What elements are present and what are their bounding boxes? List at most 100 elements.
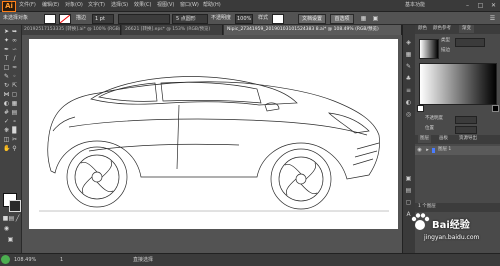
appearance-panel-icon[interactable]: ◎ bbox=[405, 111, 412, 118]
tab-document-2[interactable]: 26621 [转换].eps* @ 153% (RGB/预览) bbox=[122, 25, 223, 35]
tab-artboards[interactable]: 画板 bbox=[439, 135, 448, 143]
eyedropper-tool-icon[interactable]: ✓ bbox=[3, 118, 10, 125]
align-icon[interactable]: ▦ bbox=[360, 15, 367, 22]
layers-footer: 1 个图层 bbox=[415, 203, 500, 212]
curvature-tool-icon[interactable]: ∽ bbox=[11, 46, 18, 53]
menu-select[interactable]: 选择(S) bbox=[111, 1, 128, 10]
opacity-value: 100% bbox=[237, 16, 252, 22]
gradient-stop-end[interactable] bbox=[492, 105, 499, 112]
artboard[interactable] bbox=[29, 39, 398, 229]
mesh-tool-icon[interactable]: # bbox=[3, 109, 10, 116]
type-tool-icon[interactable]: T bbox=[3, 55, 10, 62]
symbol-sprayer-tool-icon[interactable]: ❋ bbox=[3, 127, 10, 134]
gradient-tool-icon[interactable]: ▤ bbox=[11, 109, 18, 116]
car-line-drawing bbox=[39, 76, 389, 212]
menu-view[interactable]: 视图(V) bbox=[157, 1, 174, 10]
free-transform-tool-icon[interactable]: ▢ bbox=[11, 91, 18, 98]
tab-gradient[interactable]: 渐变 bbox=[459, 25, 474, 33]
direct-selection-tool-icon[interactable]: ➥ bbox=[11, 28, 18, 35]
zoom-tool-icon[interactable]: ⚲ bbox=[11, 145, 18, 152]
color-panel-icon[interactable]: ◈ bbox=[405, 39, 412, 46]
graphic-style-swatch[interactable] bbox=[272, 14, 284, 24]
shape-builder-tool-icon[interactable]: ◐ bbox=[3, 100, 10, 107]
close-icon[interactable]: ✕ bbox=[488, 1, 499, 10]
gradient-position-field[interactable] bbox=[455, 126, 477, 134]
align-panel-icon[interactable]: ▤ bbox=[405, 187, 412, 194]
stroke-color-icon[interactable] bbox=[9, 200, 21, 212]
gradient-thumbnail[interactable] bbox=[419, 39, 439, 59]
swatches-panel-icon[interactable]: ▦ bbox=[405, 51, 412, 58]
document-setup-button[interactable]: 文档设置 bbox=[298, 14, 326, 24]
stroke-label: 描边 bbox=[76, 15, 87, 21]
menu-edit[interactable]: 编辑(E) bbox=[42, 1, 59, 10]
menu-help[interactable]: 帮助(H) bbox=[203, 1, 221, 10]
status-bar: 108.49% 1 直接选择 bbox=[0, 253, 500, 266]
symbols-panel-icon[interactable]: ♣ bbox=[405, 75, 412, 82]
lasso-tool-icon[interactable]: ∞ bbox=[11, 37, 18, 44]
current-tool-status: 直接选择 bbox=[133, 257, 154, 263]
menu-object[interactable]: 对象(O) bbox=[65, 1, 83, 10]
hand-tool-icon[interactable]: ✋ bbox=[3, 145, 10, 152]
preferences-button[interactable]: 首选项 bbox=[330, 14, 354, 24]
gradient-stop-start[interactable] bbox=[417, 105, 424, 112]
zoom-level[interactable]: 108.49% bbox=[14, 256, 36, 264]
gradient-opacity-field[interactable] bbox=[455, 116, 477, 124]
draw-mode-icon[interactable]: ◉ bbox=[3, 225, 10, 232]
perspective-grid-tool-icon[interactable]: ▦ bbox=[11, 100, 18, 107]
tab-color[interactable]: 颜色 bbox=[418, 25, 427, 33]
gradient-type-dropdown[interactable] bbox=[455, 38, 485, 47]
blend-tool-icon[interactable]: ∘ bbox=[11, 118, 18, 125]
rectangle-tool-icon[interactable]: □ bbox=[3, 64, 10, 71]
magic-wand-tool-icon[interactable]: ✦ bbox=[3, 37, 10, 44]
tab-asset-export[interactable]: 资源导出 bbox=[459, 135, 477, 143]
eye-icon[interactable]: ◉ bbox=[416, 147, 423, 154]
tab-color-guide[interactable]: 颜色参考 bbox=[433, 25, 451, 33]
gradient-opacity-label: 不透明度 bbox=[425, 116, 443, 121]
stroke-panel-icon[interactable]: ≡ bbox=[405, 87, 412, 94]
expand-arrow-icon[interactable]: ▸ bbox=[424, 147, 431, 154]
brush-dropdown[interactable]: 5 点圆形 bbox=[172, 14, 208, 24]
screen-mode-icon[interactable]: ▣ bbox=[7, 236, 14, 243]
width-tool-icon[interactable]: ⋈ bbox=[3, 91, 10, 98]
pen-tool-icon[interactable]: ✒ bbox=[3, 46, 10, 53]
pathfinder-panel-icon[interactable]: ▣ bbox=[405, 175, 412, 182]
menu-type[interactable]: 文字(T) bbox=[88, 1, 105, 10]
sougou-ime-icon bbox=[1, 255, 10, 264]
layer-color-indicator bbox=[432, 148, 435, 153]
stroke-swatch[interactable] bbox=[59, 14, 71, 24]
minimize-icon[interactable]: – bbox=[462, 1, 473, 10]
workspace-switcher[interactable]: 基本功能 bbox=[405, 1, 425, 10]
maximize-icon[interactable]: □ bbox=[475, 1, 486, 10]
line-tool-icon[interactable]: / bbox=[11, 55, 18, 62]
gradient-slider[interactable] bbox=[419, 63, 497, 105]
opacity-field[interactable]: 100% bbox=[235, 14, 253, 24]
tab-document-1[interactable]: 20192517153335 [转换].ai* @ 100% (RGB/预览) bbox=[21, 25, 121, 35]
stroke-weight-field[interactable]: 1 pt bbox=[92, 14, 114, 24]
menu-effect[interactable]: 效果(C) bbox=[134, 1, 151, 10]
artboard-tool-icon[interactable]: ◫ bbox=[3, 136, 10, 143]
layer-row[interactable]: ◉ ▸ 图层 1 bbox=[415, 146, 500, 155]
menu-window[interactable]: 窗口(W) bbox=[180, 1, 199, 10]
paintbrush-tool-icon[interactable]: ≂ bbox=[11, 64, 18, 71]
panel-menu-icon[interactable]: ☰ bbox=[489, 15, 496, 22]
eraser-tool-icon[interactable]: ◦ bbox=[11, 73, 18, 80]
rotate-tool-icon[interactable]: ↻ bbox=[3, 82, 10, 89]
transparency-panel-icon[interactable]: ◐ bbox=[405, 99, 412, 106]
tab-document-3[interactable]: Nipic_27341959_20190103101524383 8.ai* @… bbox=[224, 25, 402, 35]
column-graph-tool-icon[interactable]: ▉ bbox=[11, 127, 18, 134]
watermark-title: Bai经验 bbox=[432, 220, 470, 231]
transform-icon[interactable]: ▣ bbox=[372, 15, 379, 22]
variable-width-dropdown[interactable] bbox=[118, 14, 170, 24]
menu-file[interactable]: 文件(F) bbox=[19, 1, 36, 10]
pencil-tool-icon[interactable]: ✎ bbox=[3, 73, 10, 80]
fill-swatch[interactable] bbox=[44, 14, 56, 24]
brushes-panel-icon[interactable]: ✎ bbox=[405, 63, 412, 70]
transform-panel-icon[interactable]: ▢ bbox=[405, 199, 412, 206]
selection-tool-icon[interactable]: ➤ bbox=[3, 28, 10, 35]
gradient-stroke-label: 描边 bbox=[441, 48, 450, 53]
slice-tool-icon[interactable]: ✂ bbox=[11, 136, 18, 143]
tab-layers[interactable]: 图层 bbox=[418, 135, 431, 143]
artboard-number[interactable]: 1 bbox=[60, 256, 63, 264]
scale-tool-icon[interactable]: ⇱ bbox=[11, 82, 18, 89]
none-mode-icon[interactable]: ╱ bbox=[14, 215, 21, 222]
